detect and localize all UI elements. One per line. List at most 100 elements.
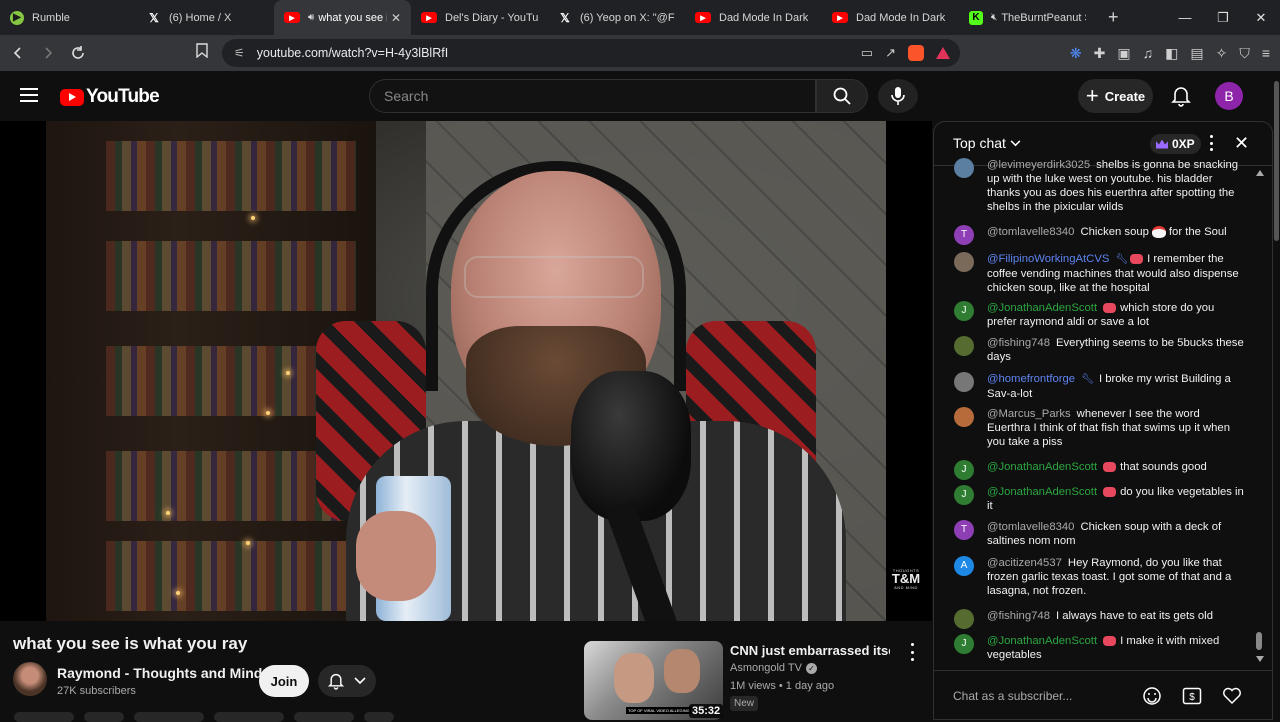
chat-more-icon[interactable]: [1209, 135, 1213, 151]
page-scroll-thumb[interactable]: [1274, 81, 1279, 241]
user-avatar[interactable]: [954, 372, 974, 392]
chat-author[interactable]: @FilipinoWorkingAtCVS: [987, 253, 1109, 265]
user-avatar[interactable]: [954, 407, 974, 427]
music-icon[interactable]: ♫: [1143, 45, 1154, 61]
back-icon[interactable]: [6, 41, 30, 65]
tab-rumble[interactable]: ▶ Rumble: [0, 0, 137, 35]
join-button[interactable]: Join: [259, 665, 309, 697]
tab-dels-diary[interactable]: ▶ Del's Diary - YouTube: [411, 0, 548, 35]
emoji-icon[interactable]: [1141, 685, 1163, 707]
bookmark-icon[interactable]: [196, 43, 208, 61]
chat-author[interactable]: @JonathanAdenScott: [987, 461, 1097, 473]
action-button-partial[interactable]: [14, 712, 74, 722]
chat-author[interactable]: @levimeyerdirk3025: [987, 159, 1090, 171]
muted-icon[interactable]: 🔇︎: [991, 12, 997, 23]
voice-search-button[interactable]: [878, 79, 918, 113]
subscription-bell-button[interactable]: [318, 665, 376, 697]
recommended-title[interactable]: CNN just embarrassed itself..: [730, 643, 890, 658]
brave-shields-icon[interactable]: [908, 45, 924, 61]
chat-author[interactable]: @tomlavelle8340: [987, 226, 1074, 238]
chat-author[interactable]: @Marcus_Parks: [987, 408, 1071, 420]
action-button-partial[interactable]: [84, 712, 124, 722]
tab-search-icon[interactable]: ▣: [1117, 45, 1130, 62]
audio-playing-icon[interactable]: 🔊︎: [308, 12, 314, 23]
tab-x-yeop[interactable]: 𝕏 (6) Yeop on X: "@Forsen: [548, 0, 685, 35]
extension-icon[interactable]: ❋: [1070, 45, 1082, 62]
notifications-button[interactable]: [1168, 83, 1194, 109]
chat-author[interactable]: @JonathanAdenScott: [987, 486, 1097, 498]
user-avatar[interactable]: [954, 252, 974, 272]
close-tab-icon[interactable]: ✕: [391, 11, 401, 25]
action-button-partial[interactable]: [364, 712, 394, 722]
action-button-partial[interactable]: [134, 712, 204, 722]
chat-scrollbar[interactable]: [1256, 170, 1264, 662]
channel-name[interactable]: Raymond - Thoughts and Mind: [57, 665, 262, 681]
leo-ai-icon[interactable]: ✧: [1216, 45, 1228, 62]
sidebar-icon[interactable]: ◧: [1165, 45, 1178, 62]
chat-author[interactable]: @homefrontforge: [987, 373, 1075, 385]
user-avatar[interactable]: J: [954, 301, 974, 321]
chat-author[interactable]: @JonathanAdenScott: [987, 302, 1097, 314]
more-actions-icon[interactable]: [904, 643, 920, 661]
wallet-icon[interactable]: ▤: [1190, 45, 1203, 62]
chat-mode-dropdown[interactable]: Top chat: [953, 135, 1021, 151]
action-button-partial[interactable]: [294, 712, 354, 722]
channel-watermark[interactable]: THOUGHTS T&M AND MIND: [890, 568, 922, 596]
scroll-up-icon[interactable]: [1256, 170, 1264, 176]
user-avatar[interactable]: J: [954, 634, 974, 654]
xp-badge[interactable]: 0XP: [1150, 134, 1201, 154]
youtube-logo[interactable]: YouTube: [60, 86, 160, 108]
tab-title: Rumble: [32, 11, 70, 24]
live-chat-panel: Top chat 0XP ✕ @levimeyerdirk3025 shelbs …: [933, 121, 1273, 720]
account-avatar[interactable]: B: [1215, 82, 1243, 110]
user-avatar[interactable]: J: [954, 460, 974, 480]
menu-icon[interactable]: ≡: [1262, 45, 1270, 61]
recommended-channel[interactable]: Asmongold TV ✓: [730, 662, 817, 674]
brave-rewards-icon[interactable]: [936, 47, 950, 59]
search-input[interactable]: [370, 80, 815, 112]
cast-icon[interactable]: ▭: [861, 45, 873, 61]
puzzle-icon[interactable]: ✚: [1094, 45, 1106, 62]
vpn-icon[interactable]: ⛉: [1239, 45, 1250, 62]
close-chat-icon[interactable]: ✕: [1234, 133, 1249, 154]
chat-author[interactable]: @fishing748: [987, 610, 1050, 622]
tab-x-home[interactable]: 𝕏 (6) Home / X: [137, 0, 274, 35]
new-tab-icon[interactable]: +: [1108, 7, 1119, 28]
chat-author[interactable]: @fishing748: [987, 337, 1050, 349]
user-avatar[interactable]: J: [954, 485, 974, 505]
tab-active-video[interactable]: ▶ 🔊︎ what you see is what you ray ✕: [274, 0, 411, 35]
tab-dad-mode-1[interactable]: ▶ Dad Mode In Dark Mode: [685, 0, 822, 35]
minimize-icon[interactable]: —: [1166, 0, 1204, 35]
heart-icon[interactable]: [1221, 685, 1243, 707]
chevron-down-icon: [354, 677, 366, 685]
video-player[interactable]: THOUGHTS T&M AND MIND: [0, 121, 932, 621]
chat-author[interactable]: @tomlavelle8340: [987, 521, 1074, 533]
restore-icon[interactable]: ❐: [1204, 0, 1242, 35]
action-button-partial[interactable]: [214, 712, 284, 722]
reload-icon[interactable]: [66, 41, 90, 65]
page-scrollbar[interactable]: [1273, 71, 1280, 720]
search-button[interactable]: [816, 79, 868, 113]
chat-author[interactable]: @JonathanAdenScott: [987, 635, 1097, 647]
share-icon[interactable]: ↗: [885, 45, 896, 61]
create-button[interactable]: + Create: [1078, 79, 1153, 113]
forward-icon[interactable]: [36, 41, 60, 65]
tab-burnt-peanut[interactable]: K 🔇︎ TheBurntPeanut Stream: [959, 0, 1096, 35]
chevron-down-icon: [1010, 139, 1021, 146]
super-chat-icon[interactable]: $: [1181, 685, 1203, 707]
user-avatar[interactable]: [954, 336, 974, 356]
user-avatar[interactable]: [954, 609, 974, 629]
chat-author[interactable]: @acitizen4537: [987, 557, 1062, 569]
user-avatar[interactable]: A: [954, 556, 974, 576]
close-window-icon[interactable]: ✕: [1242, 0, 1280, 35]
user-avatar[interactable]: T: [954, 225, 974, 245]
address-bar[interactable]: ⚟ youtube.com/watch?v=H-4y3lBlRfI ▭ ↗: [222, 39, 960, 67]
scroll-down-icon[interactable]: [1256, 656, 1264, 662]
user-avatar[interactable]: [954, 158, 974, 178]
hamburger-menu-icon[interactable]: [20, 88, 38, 102]
chat-scroll-thumb[interactable]: [1256, 632, 1262, 650]
channel-avatar[interactable]: [13, 662, 47, 696]
tab-dad-mode-2[interactable]: ▶ Dad Mode In Dark Mode: [822, 0, 959, 35]
user-avatar[interactable]: T: [954, 520, 974, 540]
site-info-icon[interactable]: ⚟: [234, 46, 245, 60]
